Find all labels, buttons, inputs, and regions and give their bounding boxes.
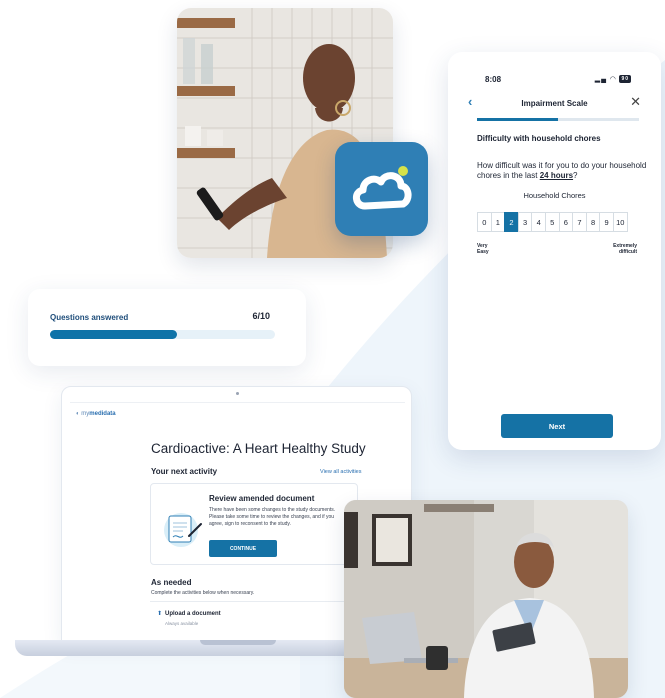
next-button[interactable]: Next: [501, 414, 613, 438]
upload-icon: ⬆: [157, 611, 163, 617]
survey-progress-fill: [477, 118, 558, 121]
upload-document-title: Upload a document: [165, 611, 221, 617]
question-text: How difficult was it for you to do your …: [477, 161, 647, 181]
activity-description: There have been some changes to the stud…: [209, 507, 336, 527]
scale-option-1[interactable]: 1: [490, 212, 506, 232]
next-activity-heading: Your next activity: [151, 467, 218, 476]
question-text-end: ?: [573, 171, 578, 180]
cloud-icon: [353, 166, 412, 210]
survey-progress-bar: [477, 118, 639, 121]
wifi-icon: ◠: [610, 76, 617, 83]
scale-option-5[interactable]: 5: [544, 212, 560, 232]
brand-name: medidata: [89, 411, 116, 417]
close-icon[interactable]: ✕: [630, 94, 641, 110]
scale-option-8[interactable]: 8: [585, 212, 601, 232]
questions-answered-card: Questions answered 6/10: [28, 289, 306, 366]
scale-option-3[interactable]: 3: [517, 212, 533, 232]
anchor-left-line2: Easy: [477, 249, 489, 255]
questions-progress-bar: [50, 330, 275, 339]
questions-answered-label: Questions answered: [50, 313, 129, 322]
as-needed-description: Complete the activities below when neces…: [151, 590, 255, 596]
signal-icon: ▂▄: [594, 76, 608, 83]
doctor-with-tablet-photo: [344, 500, 628, 698]
scale-option-0[interactable]: 0: [477, 212, 492, 232]
activity-card: Review amended document There have been …: [150, 483, 358, 565]
as-needed-heading: As needed: [151, 578, 192, 587]
study-title: Cardioactive: A Heart Healthy Study: [151, 441, 366, 456]
activity-title: Review amended document: [209, 494, 315, 503]
scale-anchor-right: Extremely difficult: [613, 243, 637, 255]
rating-scale: 0 1 2 3 4 5 6 7 8 9 10: [477, 212, 628, 232]
scale-option-7[interactable]: 7: [572, 212, 587, 232]
document-sign-icon: [164, 513, 202, 547]
upload-document-item[interactable]: ⬆ Upload a document Always available: [150, 601, 358, 637]
question-text-emphasis: 24 hours: [539, 171, 574, 180]
battery-icon: 90: [619, 75, 631, 83]
anchor-right-line2: difficult: [618, 249, 637, 255]
view-all-activities-link[interactable]: View all activities: [320, 469, 361, 475]
laptop-camera: [236, 392, 239, 395]
phone-survey-screen: 8:08 ▂▄ ◠ 90 ‹ Impairment Scale ✕ Diffic…: [448, 52, 661, 450]
survey-title: Impairment Scale: [521, 99, 588, 108]
scale-option-6[interactable]: 6: [558, 212, 574, 232]
scale-option-10[interactable]: 10: [612, 212, 628, 232]
questions-progress-fill: [50, 330, 177, 339]
laptop-notch: [200, 640, 276, 645]
scale-anchor-left: Very Easy: [477, 243, 489, 255]
continue-button[interactable]: CONTINUE: [209, 540, 277, 557]
status-icons: ▂▄ ◠ 90: [595, 75, 631, 83]
scale-label: Household Chores: [523, 191, 586, 200]
cloud-logo-badge: [335, 142, 428, 236]
upload-document-subtitle: Always available: [165, 621, 199, 626]
status-time: 8:08: [485, 75, 502, 84]
question-heading: Difficulty with household chores: [477, 134, 601, 143]
scale-option-4[interactable]: 4: [531, 212, 546, 232]
questions-answered-count: 6/10: [252, 311, 270, 321]
brand-logo: ◐ mymedidata: [76, 411, 116, 417]
scale-option-9[interactable]: 9: [599, 212, 614, 232]
scale-option-2[interactable]: 2: [504, 212, 519, 232]
